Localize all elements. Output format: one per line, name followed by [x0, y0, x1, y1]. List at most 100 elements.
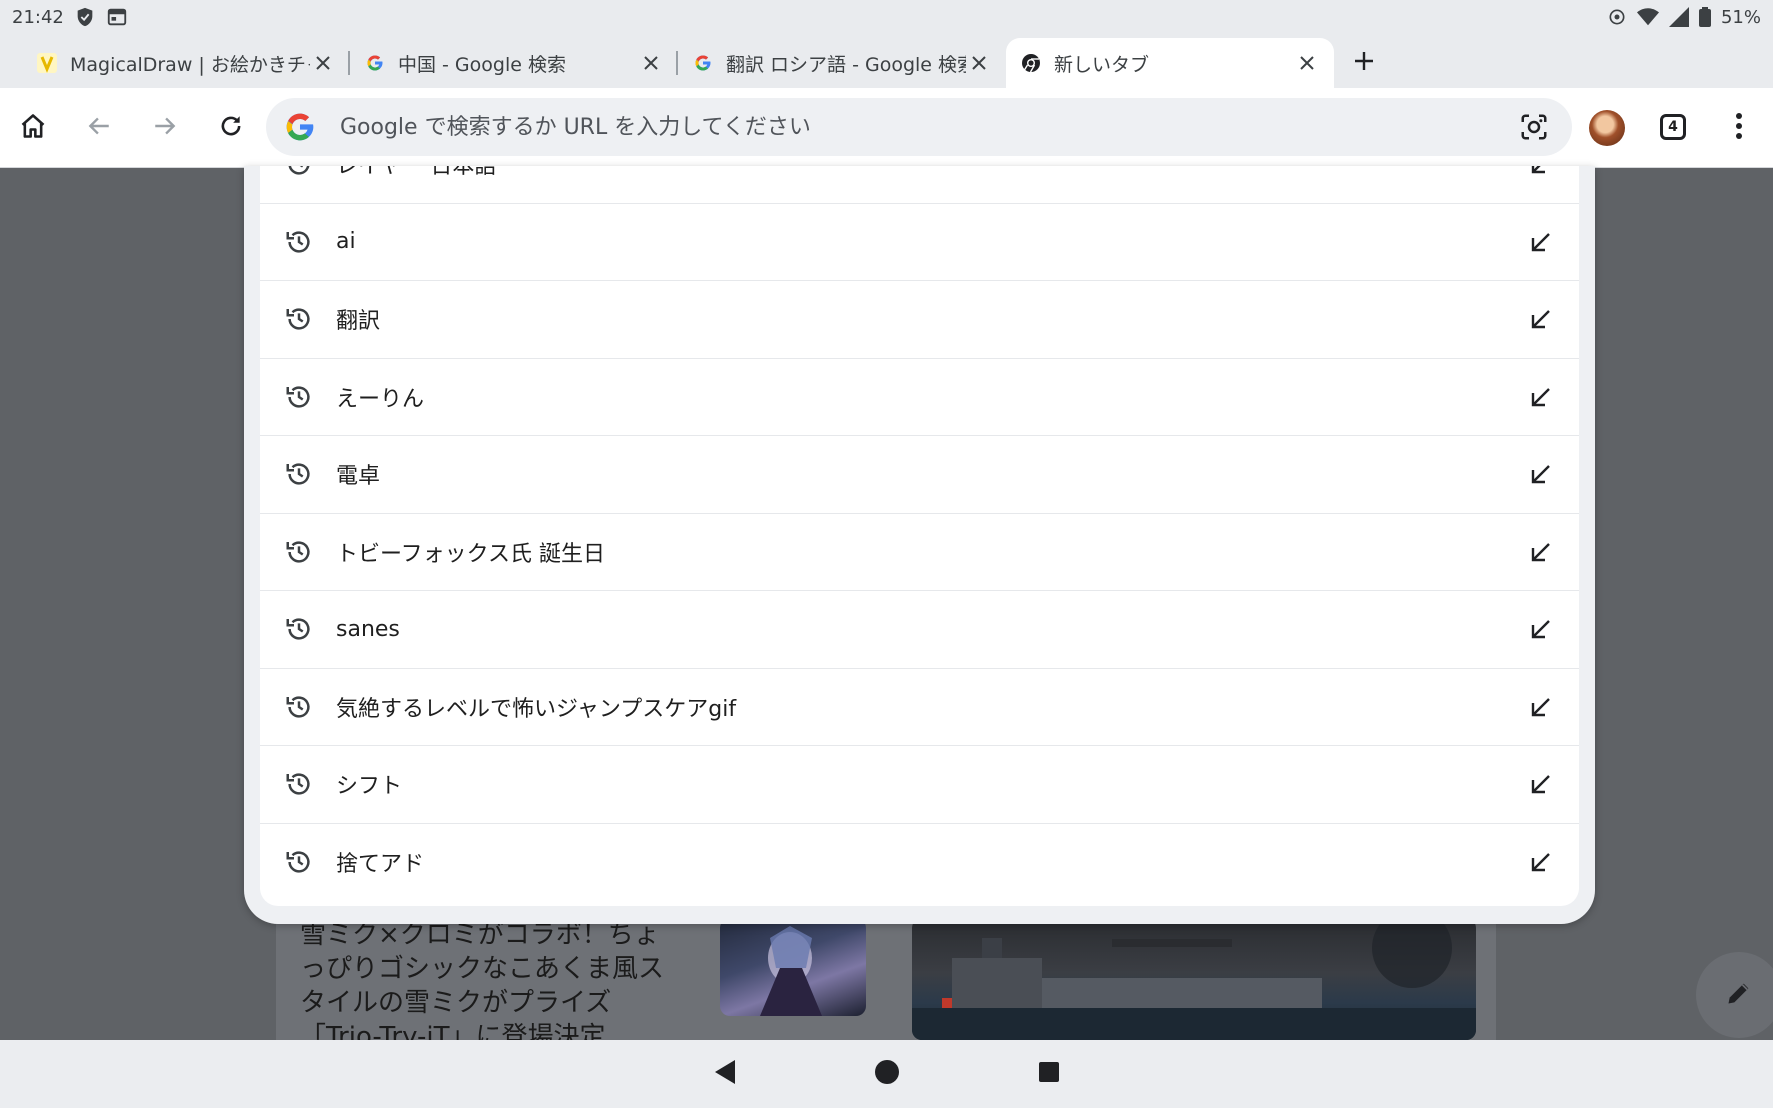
status-bar: 21:42 51%: [0, 0, 1773, 34]
fill-query-arrow-icon[interactable]: [1521, 687, 1561, 727]
signal-icon: [1668, 7, 1689, 27]
tab-translate-search[interactable]: 翻訳 ロシア語 - Google 検索: [678, 38, 1006, 88]
suggestion-item[interactable]: ai: [260, 204, 1579, 281]
omnibox[interactable]: [266, 98, 1572, 156]
article-thumbnail[interactable]: [720, 918, 866, 1016]
fill-query-arrow-icon[interactable]: [1521, 532, 1561, 572]
suggestion-text: レイヤー 日本語: [336, 166, 497, 180]
tab-title: 中国 - Google 検索: [398, 53, 566, 76]
suggestion-item[interactable]: 気絶するレベルで怖いジャンプスケアgif: [260, 669, 1579, 746]
history-icon: [282, 535, 316, 569]
tab-title: 新しいタブ: [1054, 53, 1150, 76]
history-icon: [282, 457, 316, 491]
nav-home-button[interactable]: [867, 1054, 907, 1094]
pencil-icon: [1725, 979, 1753, 1011]
suggestion-item[interactable]: 翻訳: [260, 281, 1579, 359]
edit-button[interactable]: [1696, 952, 1773, 1038]
fill-query-arrow-icon[interactable]: [1521, 166, 1561, 184]
system-nav-bar: [0, 1040, 1773, 1108]
history-icon: [282, 612, 316, 646]
history-icon: [282, 845, 316, 879]
history-icon: [282, 166, 316, 181]
history-icon: [282, 302, 316, 336]
plus-icon: [1353, 50, 1375, 76]
omnibox-suggestions-dropdown: レイヤー 日本語 ai 翻訳 えーりん 電卓 トビーフォックス氏 誕生日 san…: [244, 166, 1595, 924]
nav-recents-button[interactable]: [1029, 1054, 1069, 1094]
close-icon[interactable]: [310, 50, 336, 76]
wifi-icon: [1636, 7, 1659, 27]
close-icon[interactable]: [966, 50, 992, 76]
suggestion-text: えーりん: [336, 386, 425, 412]
tab-switcher-button[interactable]: 4: [1660, 114, 1686, 140]
tab-title: MagicalDraw | お絵かきチャ: [70, 53, 310, 76]
article-headline[interactable]: 雪ミク×クロミがコラボ！ちょっぴりゴシックなこあくま風スタイルの雪ミクがプライズ…: [300, 918, 680, 1054]
chrome-icon: [1020, 52, 1042, 74]
home-icon: [19, 112, 47, 144]
history-icon: [282, 225, 316, 259]
toolbar: 4: [0, 88, 1773, 168]
fill-query-arrow-icon[interactable]: [1521, 299, 1561, 339]
fill-query-arrow-icon[interactable]: [1521, 377, 1561, 417]
history-icon: [282, 690, 316, 724]
suggestion-item[interactable]: シフト: [260, 746, 1579, 824]
tab-strip: MagicalDraw | お絵かきチャ 中国 - Google 検索 翻訳 ロ…: [0, 34, 1773, 88]
menu-button[interactable]: [1724, 106, 1754, 150]
triangle-back-icon: [713, 1059, 737, 1089]
profile-avatar[interactable]: [1589, 110, 1625, 146]
suggestion-text: トビーフォックス氏 誕生日: [336, 541, 606, 567]
tab-new-tab[interactable]: 新しいタブ: [1006, 38, 1334, 88]
battery-icon: [1698, 7, 1711, 27]
tab-magicaldraw[interactable]: MagicalDraw | お絵かきチャ: [22, 38, 350, 88]
close-icon[interactable]: [638, 50, 664, 76]
suggestion-text: sanes: [336, 616, 400, 642]
fill-query-arrow-icon[interactable]: [1521, 764, 1561, 804]
back-button[interactable]: [66, 95, 132, 161]
new-tab-button[interactable]: [1334, 38, 1394, 88]
suggestion-text: 電卓: [336, 464, 381, 490]
sync-icon: [1607, 7, 1627, 27]
back-arrow-icon: [86, 113, 112, 143]
forward-button[interactable]: [132, 95, 198, 161]
suggestion-item[interactable]: sanes: [260, 591, 1579, 669]
suggestion-item[interactable]: 捨てアド: [260, 824, 1579, 902]
suggestion-text: シフト: [336, 774, 403, 800]
suggestion-item[interactable]: えーりん: [260, 359, 1579, 436]
reload-icon: [218, 113, 244, 143]
fill-query-arrow-icon[interactable]: [1521, 842, 1561, 882]
google-g-icon: [284, 111, 316, 143]
battery-percent: 51%: [1720, 6, 1761, 28]
suggestion-item[interactable]: 電卓: [260, 436, 1579, 514]
fill-query-arrow-icon[interactable]: [1521, 454, 1561, 494]
square-recents-icon: [1038, 1061, 1060, 1087]
suggestion-item[interactable]: レイヤー 日本語: [260, 166, 1579, 204]
forward-arrow-icon: [152, 113, 178, 143]
shield-icon: [74, 6, 96, 28]
close-icon[interactable]: [1294, 50, 1320, 76]
history-icon: [282, 767, 316, 801]
home-button[interactable]: [0, 95, 66, 161]
reload-button[interactable]: [198, 95, 264, 161]
google-g-icon: [692, 52, 714, 74]
suggestion-list-container: レイヤー 日本語 ai 翻訳 えーりん 電卓 トビーフォックス氏 誕生日 san…: [260, 166, 1579, 906]
suggestion-text: ai: [336, 229, 356, 255]
suggestion-text: 気絶するレベルで怖いジャンプスケアgif: [336, 696, 737, 722]
suggestion-text: 捨てアド: [336, 852, 425, 878]
circle-home-icon: [874, 1059, 900, 1089]
calendar-icon: [106, 6, 128, 28]
nav-back-button[interactable]: [705, 1054, 745, 1094]
magicaldraw-icon: [36, 52, 58, 74]
lens-camera-icon[interactable]: [1514, 107, 1554, 147]
google-g-icon: [364, 52, 386, 74]
tab-china-search[interactable]: 中国 - Google 検索: [350, 38, 678, 88]
tab-title: 翻訳 ロシア語 - Google 検索: [726, 53, 966, 76]
article-thumbnail[interactable]: [912, 918, 1476, 1040]
suggestion-item[interactable]: トビーフォックス氏 誕生日: [260, 514, 1579, 591]
fill-query-arrow-icon[interactable]: [1521, 222, 1561, 262]
suggestion-text: 翻訳: [336, 309, 381, 335]
omnibox-input[interactable]: [340, 114, 1514, 140]
suggestion-list: レイヤー 日本語 ai 翻訳 えーりん 電卓 トビーフォックス氏 誕生日 san…: [260, 166, 1579, 901]
more-vert-icon: [1735, 112, 1743, 144]
history-icon: [282, 380, 316, 414]
status-time: 21:42: [12, 6, 64, 28]
fill-query-arrow-icon[interactable]: [1521, 609, 1561, 649]
